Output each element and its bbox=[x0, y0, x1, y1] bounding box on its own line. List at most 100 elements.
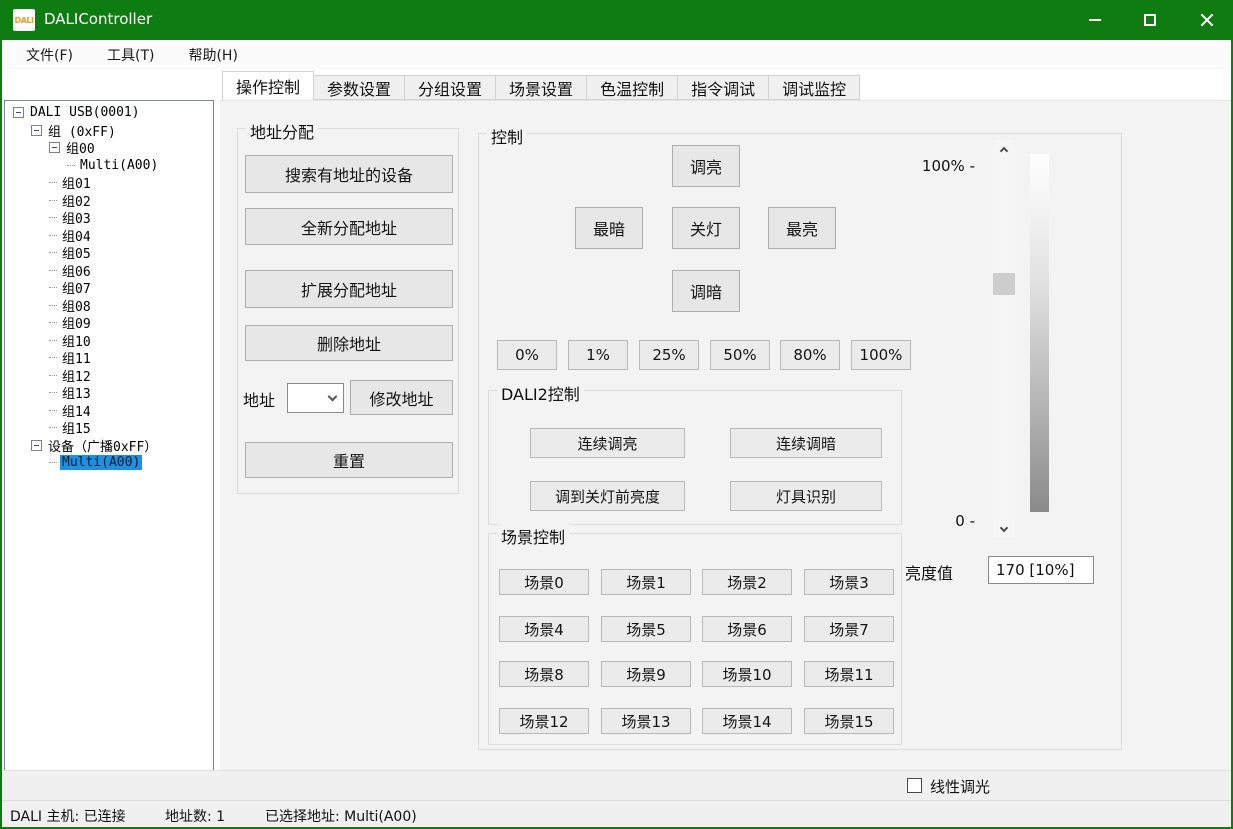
tree-expander-icon[interactable] bbox=[31, 125, 42, 136]
tree-row-7: 组04 bbox=[5, 227, 213, 245]
menu-item-0[interactable]: 文件(F) bbox=[16, 41, 83, 69]
tab-1[interactable]: 参数设置 bbox=[314, 75, 405, 100]
tree-item-label[interactable]: 组10 bbox=[60, 331, 93, 350]
max-brightness-button[interactable]: 最亮 bbox=[768, 207, 836, 249]
modify-address-button[interactable]: 修改地址 bbox=[350, 380, 453, 415]
dali2-button-0[interactable]: 连续调亮 bbox=[530, 428, 685, 458]
tree-item-label[interactable]: 组14 bbox=[60, 401, 93, 420]
scene-button-2[interactable]: 场景2 bbox=[702, 569, 792, 595]
tree-connector bbox=[49, 340, 57, 341]
scroll-up-button[interactable] bbox=[993, 140, 1015, 157]
address-button-0[interactable]: 搜索有地址的设备 bbox=[245, 155, 453, 193]
maximize-button[interactable] bbox=[1127, 0, 1173, 40]
tree-item-label[interactable]: Multi(A00) bbox=[78, 158, 160, 173]
status-selected-address: 已选择地址: Multi(A00) bbox=[265, 806, 417, 826]
tree-item-label[interactable]: 组07 bbox=[60, 278, 93, 297]
tree-expander-icon[interactable] bbox=[13, 107, 24, 118]
tab-6[interactable]: 调试监控 bbox=[769, 75, 860, 100]
scene-button-10[interactable]: 场景10 bbox=[702, 661, 792, 687]
brightness-scrollbar[interactable] bbox=[993, 140, 1015, 538]
address-combobox[interactable] bbox=[287, 383, 344, 413]
brightness-gradient-bar bbox=[1030, 154, 1049, 512]
scene-button-9[interactable]: 场景9 bbox=[601, 661, 691, 687]
scroll-down-button[interactable] bbox=[993, 521, 1015, 538]
scene-button-6[interactable]: 场景6 bbox=[702, 616, 792, 642]
status-host-connection: DALI 主机: 已连接 bbox=[10, 806, 126, 826]
scene-control-group-title: 场景控制 bbox=[497, 524, 569, 548]
scene-button-15[interactable]: 场景15 bbox=[804, 708, 894, 734]
tree-connector bbox=[49, 200, 57, 201]
title-bar: DALI DALIController bbox=[0, 0, 1233, 40]
scene-button-11[interactable]: 场景11 bbox=[804, 661, 894, 687]
scene-button-8[interactable]: 场景8 bbox=[499, 661, 589, 687]
percent-button-50%[interactable]: 50% bbox=[710, 340, 770, 370]
tree-item-label[interactable]: 组08 bbox=[60, 296, 93, 315]
tab-0[interactable]: 操作控制 bbox=[222, 71, 314, 100]
tree-connector bbox=[49, 235, 57, 236]
app-window: DALI DALIController 文件(F) 工具(T) 帮助(H) DALI… bbox=[0, 0, 1233, 829]
percent-button-100%[interactable]: 100% bbox=[851, 340, 911, 370]
tree-item-label[interactable]: 组02 bbox=[60, 191, 93, 210]
brighten-button[interactable]: 调亮 bbox=[672, 145, 740, 187]
tree-item-label[interactable]: 组04 bbox=[60, 226, 93, 245]
tab-4[interactable]: 色温控制 bbox=[587, 75, 678, 100]
tab-3[interactable]: 场景设置 bbox=[496, 75, 587, 100]
scene-button-14[interactable]: 场景14 bbox=[702, 708, 792, 734]
scene-button-13[interactable]: 场景13 bbox=[601, 708, 691, 734]
close-button[interactable] bbox=[1184, 0, 1230, 40]
min-brightness-button[interactable]: 最暗 bbox=[575, 207, 643, 249]
tree-item-label[interactable]: Multi(A00) bbox=[60, 455, 142, 470]
address-label: 地址 bbox=[243, 387, 275, 411]
tree-item-label[interactable]: 组15 bbox=[60, 418, 93, 437]
tree-expander-icon[interactable] bbox=[49, 142, 60, 153]
percent-button-1%[interactable]: 1% bbox=[568, 340, 628, 370]
address-button-2[interactable]: 扩展分配地址 bbox=[245, 270, 453, 308]
scene-button-0[interactable]: 场景0 bbox=[499, 569, 589, 595]
scrollbar-thumb[interactable] bbox=[993, 273, 1015, 295]
chevron-down-icon bbox=[328, 392, 338, 402]
brightness-value-field[interactable]: 170 [10%] bbox=[988, 556, 1094, 584]
scene-button-5[interactable]: 场景5 bbox=[601, 616, 691, 642]
tree-item-label[interactable]: 组06 bbox=[60, 261, 93, 280]
dali2-button-1[interactable]: 连续调暗 bbox=[730, 428, 882, 458]
address-button-3[interactable]: 删除地址 bbox=[245, 325, 453, 361]
tree-item-label[interactable]: 组00 bbox=[64, 138, 97, 157]
tree-item-label[interactable]: 组13 bbox=[60, 383, 93, 402]
maximize-icon bbox=[1144, 14, 1156, 26]
menu-item-2[interactable]: 帮助(H) bbox=[178, 41, 247, 69]
device-tree[interactable]: DALI USB(0001)组 (0xFF)组00Multi(A00)组01组0… bbox=[4, 100, 214, 772]
percent-button-80%[interactable]: 80% bbox=[780, 340, 840, 370]
tree-item-label[interactable]: 组12 bbox=[60, 366, 93, 385]
light-off-button[interactable]: 关灯 bbox=[672, 207, 740, 249]
tree-expander-icon[interactable] bbox=[31, 440, 42, 451]
tree-item-label[interactable]: 组03 bbox=[60, 208, 93, 227]
tree-item-label[interactable]: 组09 bbox=[60, 313, 93, 332]
tree-row-12: 组09 bbox=[5, 314, 213, 332]
scene-button-3[interactable]: 场景3 bbox=[804, 569, 894, 595]
dim-button[interactable]: 调暗 bbox=[672, 270, 740, 312]
percent-button-0%[interactable]: 0% bbox=[497, 340, 557, 370]
dali2-button-3[interactable]: 灯具识别 bbox=[730, 481, 882, 511]
percent-button-25%[interactable]: 25% bbox=[639, 340, 699, 370]
scene-button-1[interactable]: 场景1 bbox=[601, 569, 691, 595]
tree-item-label[interactable]: 组 (0xFF) bbox=[46, 121, 118, 140]
menu-item-1[interactable]: 工具(T) bbox=[97, 41, 164, 69]
tree-item-label[interactable]: DALI USB(0001) bbox=[28, 105, 142, 120]
tree-item-label[interactable]: 组11 bbox=[60, 348, 93, 367]
tab-2[interactable]: 分组设置 bbox=[405, 75, 496, 100]
linear-dimming-checkbox[interactable] bbox=[907, 778, 922, 793]
tree-item-label[interactable]: 设备（广播0xFF） bbox=[46, 436, 159, 455]
minimize-button[interactable] bbox=[1072, 0, 1118, 40]
address-button-1[interactable]: 全新分配地址 bbox=[245, 208, 453, 245]
dali2-button-2[interactable]: 调到关灯前亮度 bbox=[530, 481, 685, 511]
scene-button-4[interactable]: 场景4 bbox=[499, 616, 589, 642]
scene-button-7[interactable]: 场景7 bbox=[804, 616, 894, 642]
tree-connector bbox=[49, 287, 57, 288]
tree-item-label[interactable]: 组05 bbox=[60, 243, 93, 262]
close-icon bbox=[1200, 13, 1214, 27]
tab-5[interactable]: 指令调试 bbox=[678, 75, 769, 100]
scene-button-12[interactable]: 场景12 bbox=[499, 708, 589, 734]
reset-button[interactable]: 重置 bbox=[245, 442, 453, 478]
tree-item-label[interactable]: 组01 bbox=[60, 173, 93, 192]
tree-row-16: 组13 bbox=[5, 384, 213, 402]
